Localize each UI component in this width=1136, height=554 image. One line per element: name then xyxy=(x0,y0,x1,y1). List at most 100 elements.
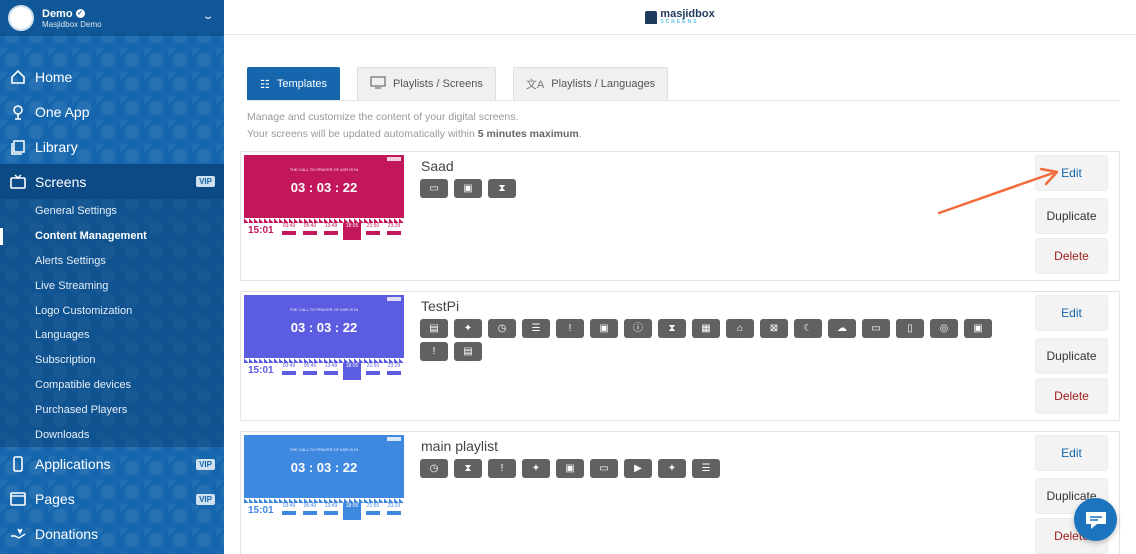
sidebar-item-label: Donations xyxy=(35,526,99,543)
screens-submenu: General Settings Content Management Aler… xyxy=(0,199,224,447)
main-content: masjidbox SCREENS ☷ Templates Playlists … xyxy=(224,0,1136,554)
magic-wand-icon: ✦ xyxy=(522,459,550,478)
template-name: main playlist xyxy=(421,438,499,454)
sidebar-item-donations[interactable]: Donations xyxy=(0,517,224,552)
info-icon: ⓘ xyxy=(624,319,652,338)
sidebar-item-library[interactable]: Library xyxy=(0,129,224,164)
thumbnail-caption: THE CALL TO PRAYER OF ASR IS IN xyxy=(289,167,359,172)
sidebar-item-home[interactable]: Home xyxy=(0,59,224,94)
thumbnail-prayer-times: 03:49 05:40 13:49 18:05 21:50 23:29 xyxy=(280,363,403,380)
tab-label: Playlists / Screens xyxy=(393,78,483,90)
prayer-time: 13:49 xyxy=(322,363,340,380)
phone-icon xyxy=(9,455,27,473)
image-icon: ▣ xyxy=(556,459,584,478)
tab-label: Playlists / Languages xyxy=(551,78,656,90)
thumbnail-caption: THE CALL TO PRAYER OF ASR IS IN xyxy=(289,447,359,452)
tab-playlists-screens[interactable]: Playlists / Screens xyxy=(357,67,496,100)
thumbnail-countdown: 03 : 03 : 22 xyxy=(290,180,358,195)
prayer-time: 21:50 xyxy=(364,223,382,240)
one-app-icon xyxy=(9,103,27,121)
sidebar-subitem-subscription[interactable]: Subscription xyxy=(0,348,224,373)
hourglass-icon: ⧗ xyxy=(488,179,516,198)
prayer-time: 18:05 xyxy=(343,363,361,380)
avatar xyxy=(8,5,34,31)
calendar-icon: ▤ xyxy=(420,319,448,338)
cloud-icon: ☁ xyxy=(828,319,856,338)
sidebar-item-applications[interactable]: Applications VIP xyxy=(0,447,224,482)
template-thumbnail[interactable]: THE CALL TO PRAYER OF ASR IS IN 03 : 03 … xyxy=(244,295,404,383)
description: Manage and customize the content of your… xyxy=(247,109,582,143)
prayer-time: 18:05 xyxy=(343,503,361,520)
close-box-icon: ⊠ xyxy=(760,319,788,338)
sidebar-item-pages[interactable]: Pages VIP xyxy=(0,482,224,517)
chat-button[interactable] xyxy=(1074,498,1117,541)
moon-icon: ☾ xyxy=(794,319,822,338)
delete-button[interactable]: Delete xyxy=(1035,378,1108,414)
list-icon: ☰ xyxy=(522,319,550,338)
template-thumbnail[interactable]: THE CALL TO PRAYER OF ASR IS IN 03 : 03 … xyxy=(244,435,404,523)
alert-icon: ! xyxy=(420,342,448,361)
tab-playlists-languages[interactable]: 文A Playlists / Languages xyxy=(512,67,669,100)
home-icon xyxy=(9,68,27,86)
account-switcher[interactable]: Demo ✓ Masjidbox Demo ⌄ xyxy=(0,0,224,36)
clock-icon: ◷ xyxy=(488,319,516,338)
account-name: Demo xyxy=(42,7,73,20)
sidebar-subitem-general-settings[interactable]: General Settings xyxy=(0,199,224,224)
template-thumbnail[interactable]: THE CALL TO PRAYER OF ASR IS IN 03 : 03 … xyxy=(244,155,404,243)
hourglass-icon: ⧗ xyxy=(454,459,482,478)
thumbnail-prayer-times: 03:49 05:40 13:49 18:05 21:50 23:29 xyxy=(280,223,403,240)
sidebar-item-label: One App xyxy=(35,103,90,120)
sidebar-subitem-purchased-players[interactable]: Purchased Players xyxy=(0,397,224,422)
template-module-icons: ▤ ✦ ◷ ☰! ▣ ⓘ ⧗ ▦ ⌂ ⊠ ☾ ☁ ▭ ▯ ◎ ▣! ▤ xyxy=(420,319,1010,361)
sidebar-item-label: Screens xyxy=(35,173,87,190)
prayer-time: 03:49 xyxy=(280,363,298,380)
edit-button[interactable]: Edit xyxy=(1035,295,1108,331)
mosque-icon: ⌂ xyxy=(726,319,754,338)
prayer-time: 03:49 xyxy=(280,223,298,240)
sidebar-subitem-live-streaming[interactable]: Live Streaming xyxy=(0,273,224,298)
sidebar-subitem-alerts-settings[interactable]: Alerts Settings xyxy=(0,249,224,274)
template-name: TestPi xyxy=(421,298,460,314)
template-name: Saad xyxy=(421,158,454,174)
sidebar-item-label: Library xyxy=(35,138,78,155)
sidebar-subitem-languages[interactable]: Languages xyxy=(0,323,224,348)
vip-badge: VIP xyxy=(196,493,215,505)
book-icon: ▭ xyxy=(590,459,618,478)
sidebar-item-label: Home xyxy=(35,68,73,85)
chat-icon xyxy=(1085,511,1106,529)
hourglass-icon: ⧗ xyxy=(658,319,686,338)
tab-templates[interactable]: ☷ Templates xyxy=(247,67,341,100)
thumbnail-logo xyxy=(387,437,401,441)
vip-badge: VIP xyxy=(196,458,215,470)
sidebar-item-screens[interactable]: Screens VIP xyxy=(0,164,224,199)
delete-button[interactable]: Delete xyxy=(1035,238,1108,274)
sidebar-subitem-content-management[interactable]: Content Management xyxy=(0,224,224,249)
thumbnail-caption: THE CALL TO PRAYER OF ASR IS IN xyxy=(289,307,359,312)
thumbnail-clock: 15:01 xyxy=(248,225,274,236)
edit-button[interactable]: Edit xyxy=(1035,435,1108,471)
donation-icon xyxy=(9,525,27,543)
prayer-time: 23:29 xyxy=(385,223,403,240)
sidebar-subitem-downloads[interactable]: Downloads xyxy=(0,422,224,447)
thumbnail-logo xyxy=(387,157,401,161)
tv-icon xyxy=(9,173,27,191)
calendar-icon: ▤ xyxy=(454,342,482,361)
verified-icon: ✓ xyxy=(75,9,85,18)
sidebar-subitem-compatible-devices[interactable]: Compatible devices xyxy=(0,373,224,398)
play-box-icon: ▶ xyxy=(624,459,652,478)
tab-label: Templates xyxy=(276,78,328,90)
book-icon: ▭ xyxy=(862,319,890,338)
target-icon: ◎ xyxy=(930,319,958,338)
sidebar-item-one-app[interactable]: One App xyxy=(0,94,224,129)
prayer-time: 21:50 xyxy=(364,503,382,520)
duplicate-button[interactable]: Duplicate xyxy=(1035,338,1108,374)
prayer-time: 03:49 xyxy=(280,503,298,520)
thumbnail-countdown: 03 : 03 : 22 xyxy=(290,460,358,475)
template-module-icons: ◷ ⧗! ✦ ▣ ▭ ▶ ✦ ☰ xyxy=(420,459,1010,478)
library-icon xyxy=(9,138,27,156)
alert-icon: ! xyxy=(556,319,584,338)
thumbnail-logo xyxy=(387,297,401,301)
magic-wand-icon: ✦ xyxy=(454,319,482,338)
sidebar-subitem-logo-customization[interactable]: Logo Customization xyxy=(0,298,224,323)
calendar-event-icon: ▦ xyxy=(692,319,720,338)
